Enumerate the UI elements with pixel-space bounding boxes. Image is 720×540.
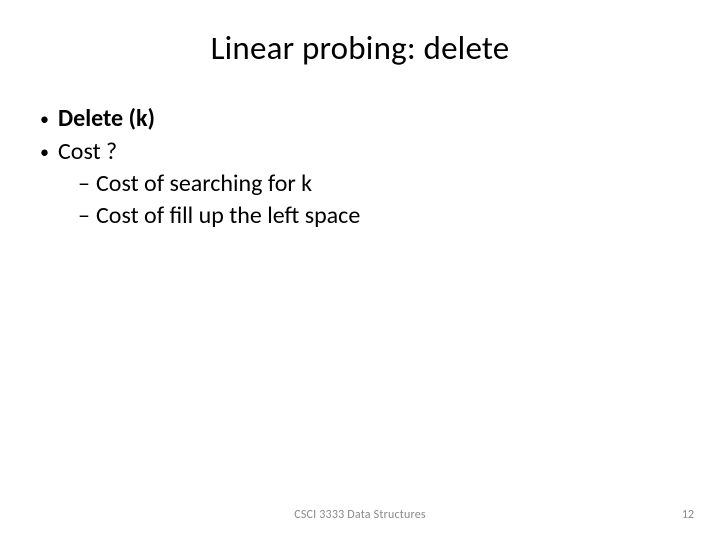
bullet-level2: – Cost of fill up the left space	[40, 201, 680, 232]
bullet-text: Cost ?	[58, 137, 117, 168]
bullet-level2: – Cost of searching for k	[40, 169, 680, 200]
bullet-dot-icon: •	[40, 143, 58, 161]
bullet-text: Delete (k)	[58, 104, 155, 135]
slide: Linear probing: delete • Delete (k) • Co…	[0, 0, 720, 540]
bullet-dash-icon: –	[78, 201, 96, 232]
slide-body: • Delete (k) • Cost ? – Cost of searchin…	[0, 90, 720, 232]
bullet-text: Cost of fill up the left space	[96, 201, 360, 232]
bullet-dot-icon: •	[40, 110, 58, 128]
footer-course: CSCI 3333 Data Structures	[0, 508, 720, 522]
bullet-dash-icon: –	[78, 169, 96, 200]
bullet-text: Cost of searching for k	[96, 169, 312, 200]
bullet-level1: • Cost ?	[40, 137, 680, 168]
footer-page-number: 12	[682, 508, 694, 522]
bullet-level1: • Delete (k)	[40, 104, 680, 135]
slide-title: Linear probing: delete	[0, 0, 720, 90]
